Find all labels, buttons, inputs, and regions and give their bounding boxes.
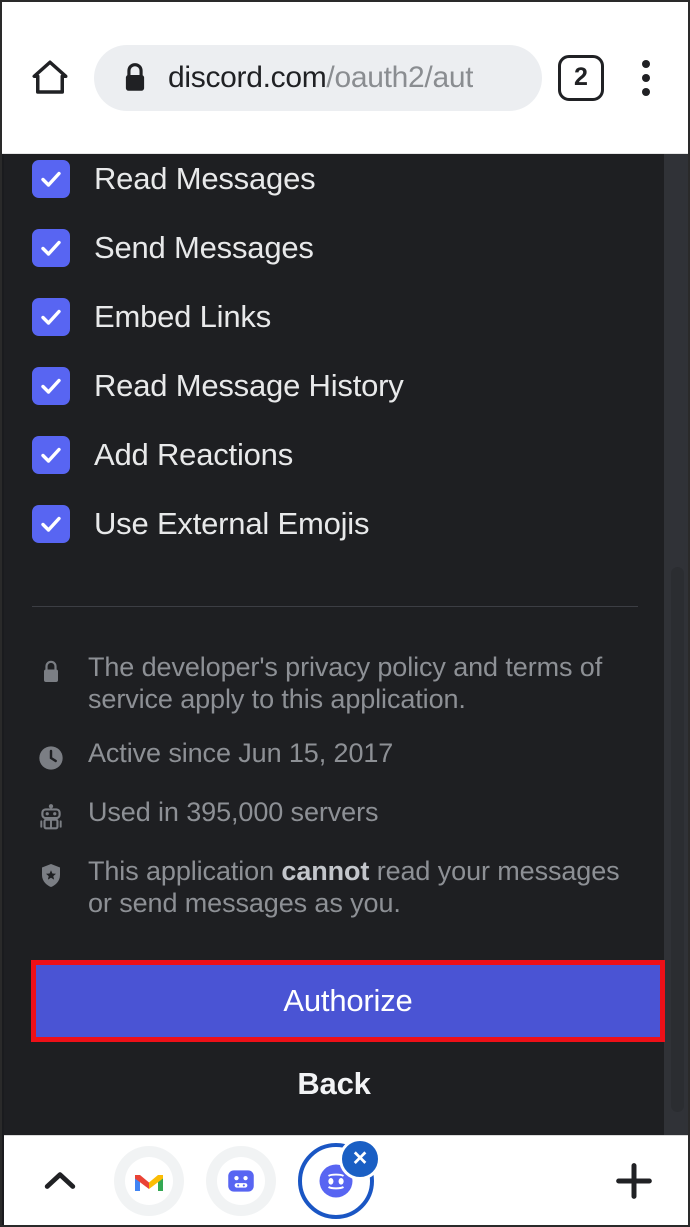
url-path: /oauth2/aut (326, 60, 474, 94)
permission-checkbox[interactable] (32, 504, 70, 543)
application-info-list: The developer's privacy policy and terms… (4, 607, 664, 919)
kebab-dot (642, 59, 650, 68)
info-row-cannot-read: This application cannot read your messag… (34, 856, 638, 920)
check-icon (41, 240, 61, 256)
shield-icon (34, 859, 68, 893)
permission-row[interactable]: Read Messages (32, 154, 664, 213)
active-tab-discord[interactable]: × (298, 1137, 381, 1219)
browser-toolbar: discord.com/oauth2/aut 2 (2, 2, 688, 154)
tab-counter-button[interactable]: 2 (558, 54, 604, 101)
permission-row[interactable]: Send Messages (32, 213, 664, 282)
info-text-before: This application (88, 855, 282, 886)
bot-app-button[interactable] (206, 1145, 276, 1216)
authorize-highlight-annotation: Authorize (31, 960, 665, 1042)
info-text: Active since Jun 15, 2017 (88, 737, 394, 768)
check-icon (41, 378, 61, 394)
permission-label: Send Messages (94, 229, 314, 265)
address-bar[interactable]: discord.com/oauth2/aut (94, 44, 542, 111)
gmail-app-button[interactable] (114, 1145, 184, 1216)
kebab-dot (642, 73, 650, 82)
permission-label: Read Messages (94, 160, 316, 196)
browser-menu-button[interactable] (626, 52, 666, 104)
back-button[interactable]: Back (4, 1066, 664, 1102)
permission-row[interactable]: Use External Emojis (32, 489, 664, 558)
expand-up-button[interactable] (30, 1151, 90, 1211)
permission-label: Add Reactions (94, 436, 294, 472)
permission-row[interactable]: Read Message History (32, 351, 664, 420)
gmail-icon (125, 1156, 173, 1205)
close-tab-button[interactable]: × (339, 1137, 381, 1180)
permission-checkbox[interactable] (32, 159, 70, 198)
info-row-active-since: Active since Jun 15, 2017 (34, 738, 638, 775)
permission-label: Read Message History (94, 367, 404, 403)
page-viewport: Read Messages Send Messages Embed Links … (4, 154, 688, 1137)
permission-checkbox[interactable] (32, 297, 70, 336)
permission-row[interactable]: Add Reactions (32, 420, 664, 489)
permission-checkbox[interactable] (32, 228, 70, 267)
new-tab-button[interactable] (604, 1151, 664, 1211)
check-icon (41, 171, 61, 187)
bot-app-icon (217, 1156, 265, 1205)
kebab-dot (642, 87, 650, 96)
url-text: discord.com/oauth2/aut (168, 61, 473, 95)
app-tab-strip: × (114, 1137, 604, 1219)
plus-icon (616, 1162, 652, 1199)
authorize-button[interactable]: Authorize (36, 965, 660, 1037)
check-icon (41, 516, 61, 532)
oauth-authorize-page: Read Messages Send Messages Embed Links … (4, 154, 665, 1137)
tab-counter-label: 2 (574, 63, 588, 91)
check-icon (41, 309, 61, 325)
info-text: This application cannot read your messag… (88, 856, 638, 920)
info-text: Used in 395,000 servers (88, 796, 379, 827)
url-domain: discord.com (168, 60, 327, 94)
lock-icon (125, 62, 145, 91)
site-security-lock (120, 61, 150, 95)
bottom-navigation-bar: × (4, 1135, 688, 1225)
info-row-privacy-policy: The developer's privacy policy and terms… (34, 652, 638, 716)
robot-icon (34, 800, 68, 834)
page-scrollbar[interactable] (671, 567, 684, 1112)
permissions-list: Read Messages Send Messages Embed Links … (4, 154, 664, 558)
info-row-server-count: Used in 395,000 servers (34, 797, 638, 834)
home-icon (32, 60, 68, 94)
permission-checkbox[interactable] (32, 435, 70, 474)
browser-screenshot: discord.com/oauth2/aut 2 Read Messages S… (0, 0, 690, 1227)
clock-icon (34, 741, 68, 775)
permission-row[interactable]: Embed Links (32, 282, 664, 351)
check-icon (41, 447, 61, 463)
permission-label: Use External Emojis (94, 505, 370, 541)
permission-label: Embed Links (94, 298, 272, 334)
permission-checkbox[interactable] (32, 366, 70, 405)
home-button[interactable] (24, 52, 76, 104)
info-text-emphasis: cannot (281, 855, 370, 886)
chevron-up-icon (44, 1171, 76, 1189)
info-text: The developer's privacy policy and terms… (88, 652, 603, 714)
lock-icon (34, 655, 68, 689)
